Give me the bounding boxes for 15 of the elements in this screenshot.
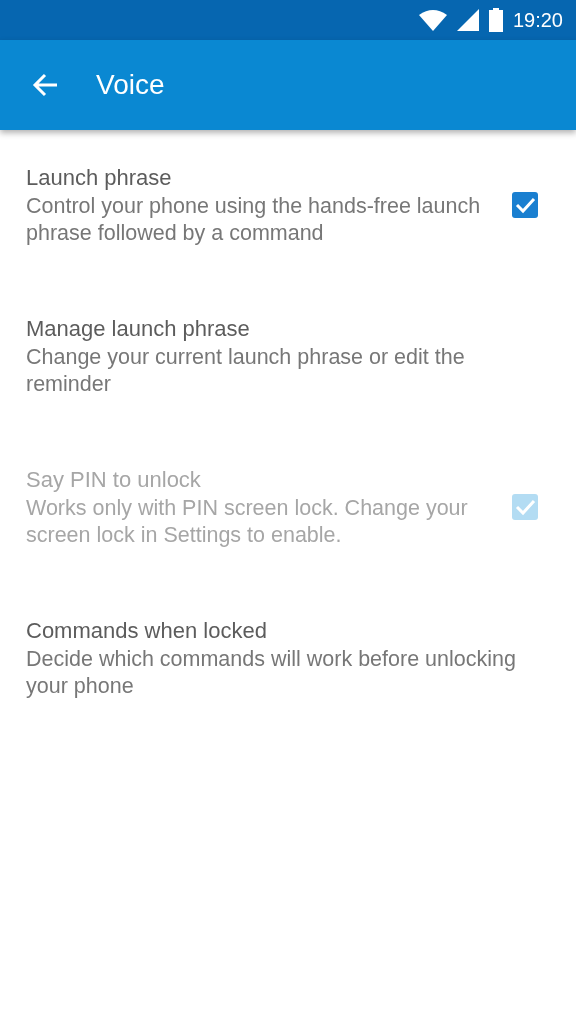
clock-time: 19:20 xyxy=(512,8,563,32)
checkbox[interactable] xyxy=(511,191,539,219)
screen-title: Voice xyxy=(96,69,165,101)
setting-summary: Control your phone using the hands-free launch phrase followed by a command xyxy=(26,193,482,247)
setting-title: Say PIN to unlock xyxy=(26,466,202,494)
back-arrow-icon[interactable] xyxy=(32,72,58,98)
setting-title: Manage launch phrase xyxy=(26,315,251,343)
setting-summary: Change your current launch phrase or edit the reminder xyxy=(26,344,466,398)
signal-icon xyxy=(456,9,479,31)
wifi-icon xyxy=(418,9,447,31)
setting-summary: Decide which commands will work before unlocking your phone xyxy=(26,646,517,700)
battery-icon xyxy=(488,8,503,32)
setting-summary: Works only with PIN screen lock. Change your screen lock in Settings to enable. xyxy=(26,495,469,549)
setting-title: Launch phrase xyxy=(26,164,173,192)
setting-title: Commands when locked xyxy=(26,617,268,645)
